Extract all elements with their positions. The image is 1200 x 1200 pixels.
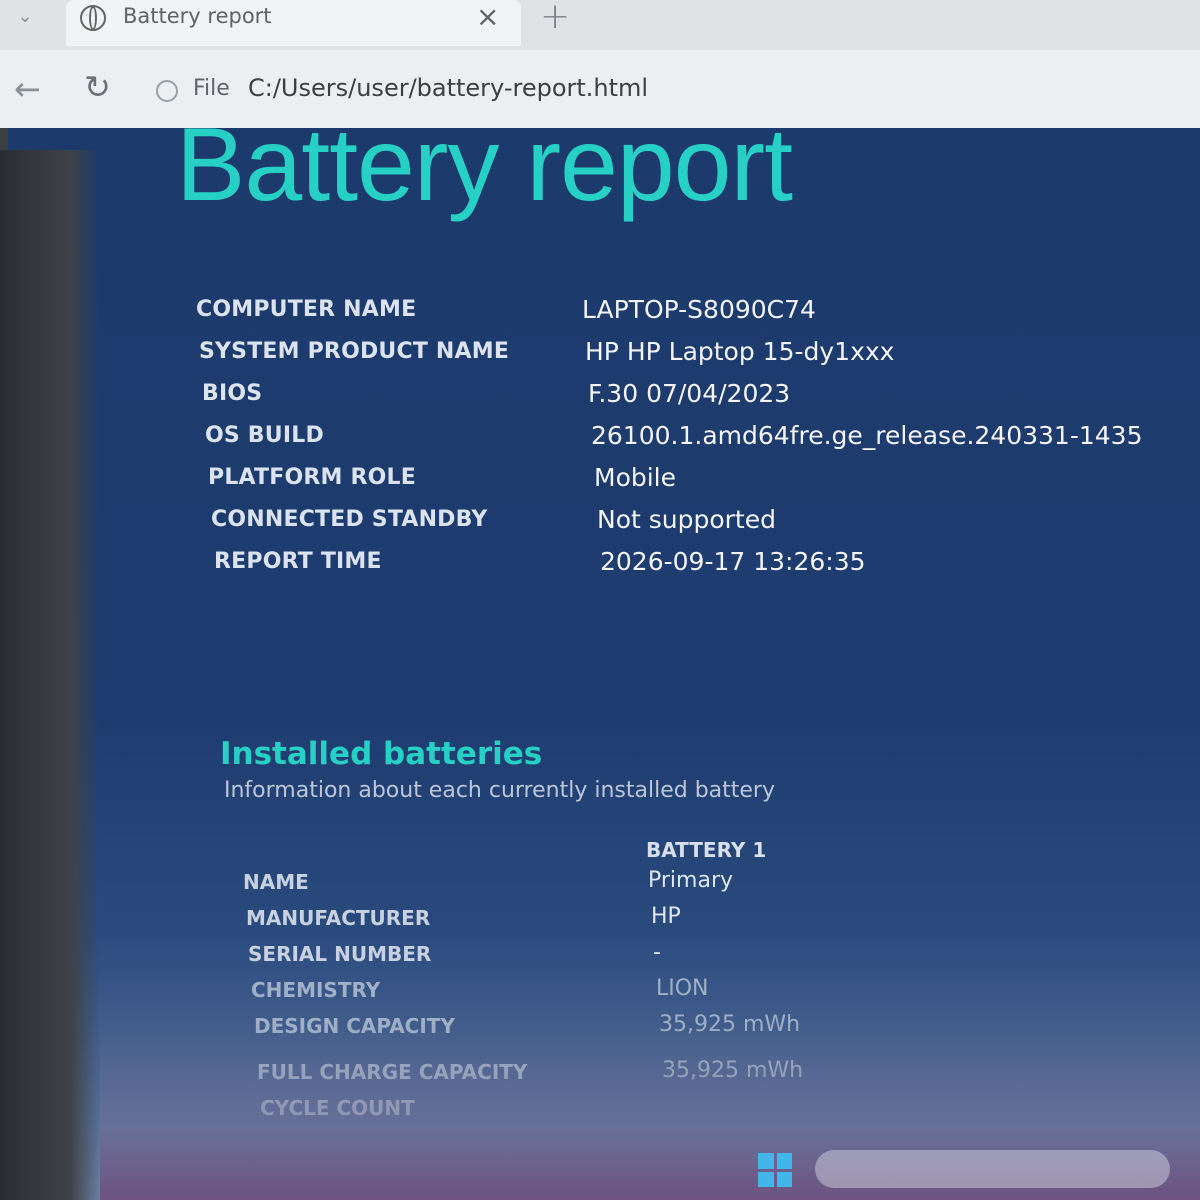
battery-label: NAME — [243, 870, 309, 894]
battery-info-table: NAME Primary MANUFACTURER HP SERIAL NUMB… — [243, 868, 1143, 1130]
battery-value: HP — [651, 904, 681, 929]
battery-label: FULL CHARGE CAPACITY — [257, 1060, 528, 1084]
table-row: REPORT TIME 2026-09-17 13:26:35 — [214, 545, 1156, 587]
globe-icon — [80, 5, 106, 31]
info-value: Not supported — [597, 505, 776, 534]
browser-toolbar: ← ↻ File C:/Users/user/battery-report.ht… — [0, 50, 1200, 128]
reload-icon[interactable]: ↻ — [84, 68, 111, 106]
tab-title: Battery report — [123, 4, 272, 28]
installed-batteries-heading: Installed batteries — [220, 736, 543, 772]
table-row: NAME Primary — [243, 868, 1143, 904]
table-row: OS BUILD 26100.1.amd64fre.ge_release.240… — [205, 419, 1156, 461]
battery-column-header: BATTERY 1 — [646, 838, 767, 862]
new-tab-icon[interactable]: + — [540, 0, 570, 37]
battery-label: SERIAL NUMBER — [248, 942, 432, 966]
info-label: PLATFORM ROLE — [208, 465, 416, 490]
table-row: FULL CHARGE CAPACITY 35,925 mWh — [257, 1058, 1143, 1094]
table-row: COMPUTER NAME LAPTOP-S8090C74 — [196, 293, 1156, 335]
table-row: CYCLE COUNT — [260, 1094, 1143, 1130]
system-info-table: COMPUTER NAME LAPTOP-S8090C74 SYSTEM PRO… — [196, 293, 1156, 587]
info-label: SYSTEM PRODUCT NAME — [199, 339, 510, 364]
table-row: CHEMISTRY LION — [251, 976, 1143, 1012]
address-bar[interactable]: C:/Users/user/battery-report.html — [248, 74, 648, 102]
battery-value: 35,925 mWh — [659, 1012, 801, 1037]
battery-label: MANUFACTURER — [246, 906, 431, 930]
table-row: SERIAL NUMBER - — [248, 940, 1143, 976]
close-icon[interactable]: × — [476, 0, 499, 33]
info-label: OS BUILD — [205, 423, 324, 448]
tab-strip: ⌄ Battery report × + — [0, 0, 1200, 50]
installed-batteries-subtitle: Information about each currently install… — [224, 778, 775, 803]
taskbar-search-box[interactable] — [815, 1150, 1170, 1188]
info-value: Mobile — [594, 463, 677, 492]
info-value: 2026-09-17 13:26:35 — [600, 547, 866, 576]
url-scheme-label: File — [193, 76, 230, 101]
battery-label: CHEMISTRY — [251, 978, 381, 1002]
info-value: HP HP Laptop 15-dy1xxx — [585, 337, 895, 366]
table-row: BIOS F.30 07/04/2023 — [202, 377, 1156, 419]
info-value: F.30 07/04/2023 — [588, 379, 791, 408]
back-arrow-icon[interactable]: ← — [14, 70, 41, 108]
tab-list-dropdown-icon[interactable]: ⌄ — [10, 6, 40, 32]
info-circle-icon[interactable] — [156, 80, 178, 102]
battery-value: - — [653, 940, 661, 965]
info-label: CONNECTED STANDBY — [211, 507, 488, 532]
info-label: COMPUTER NAME — [196, 297, 417, 322]
battery-value: Primary — [648, 868, 734, 893]
page-title: Battery report — [176, 128, 793, 223]
info-label: REPORT TIME — [214, 549, 382, 574]
battery-value: 35,925 mWh — [662, 1058, 804, 1083]
table-row: PLATFORM ROLE Mobile — [208, 461, 1156, 503]
table-row: SYSTEM PRODUCT NAME HP HP Laptop 15-dy1x… — [199, 335, 1156, 377]
windows-start-icon[interactable] — [758, 1153, 792, 1187]
battery-label: CYCLE COUNT — [260, 1096, 415, 1120]
battery-value: LION — [656, 976, 709, 1001]
table-row: DESIGN CAPACITY 35,925 mWh — [254, 1012, 1143, 1048]
tab-battery-report[interactable]: Battery report × — [66, 0, 521, 46]
report-page: Battery report COMPUTER NAME LAPTOP-S809… — [8, 128, 1200, 1200]
battery-label: DESIGN CAPACITY — [254, 1014, 455, 1038]
table-row: CONNECTED STANDBY Not supported — [211, 503, 1156, 545]
table-row: MANUFACTURER HP — [246, 904, 1143, 940]
info-value: LAPTOP-S8090C74 — [582, 295, 816, 324]
info-label: BIOS — [202, 381, 263, 406]
info-value: 26100.1.amd64fre.ge_release.240331-1435 — [591, 421, 1143, 450]
browser-chrome: ⌄ Battery report × + ← ↻ File C:/Users/u… — [0, 0, 1200, 128]
